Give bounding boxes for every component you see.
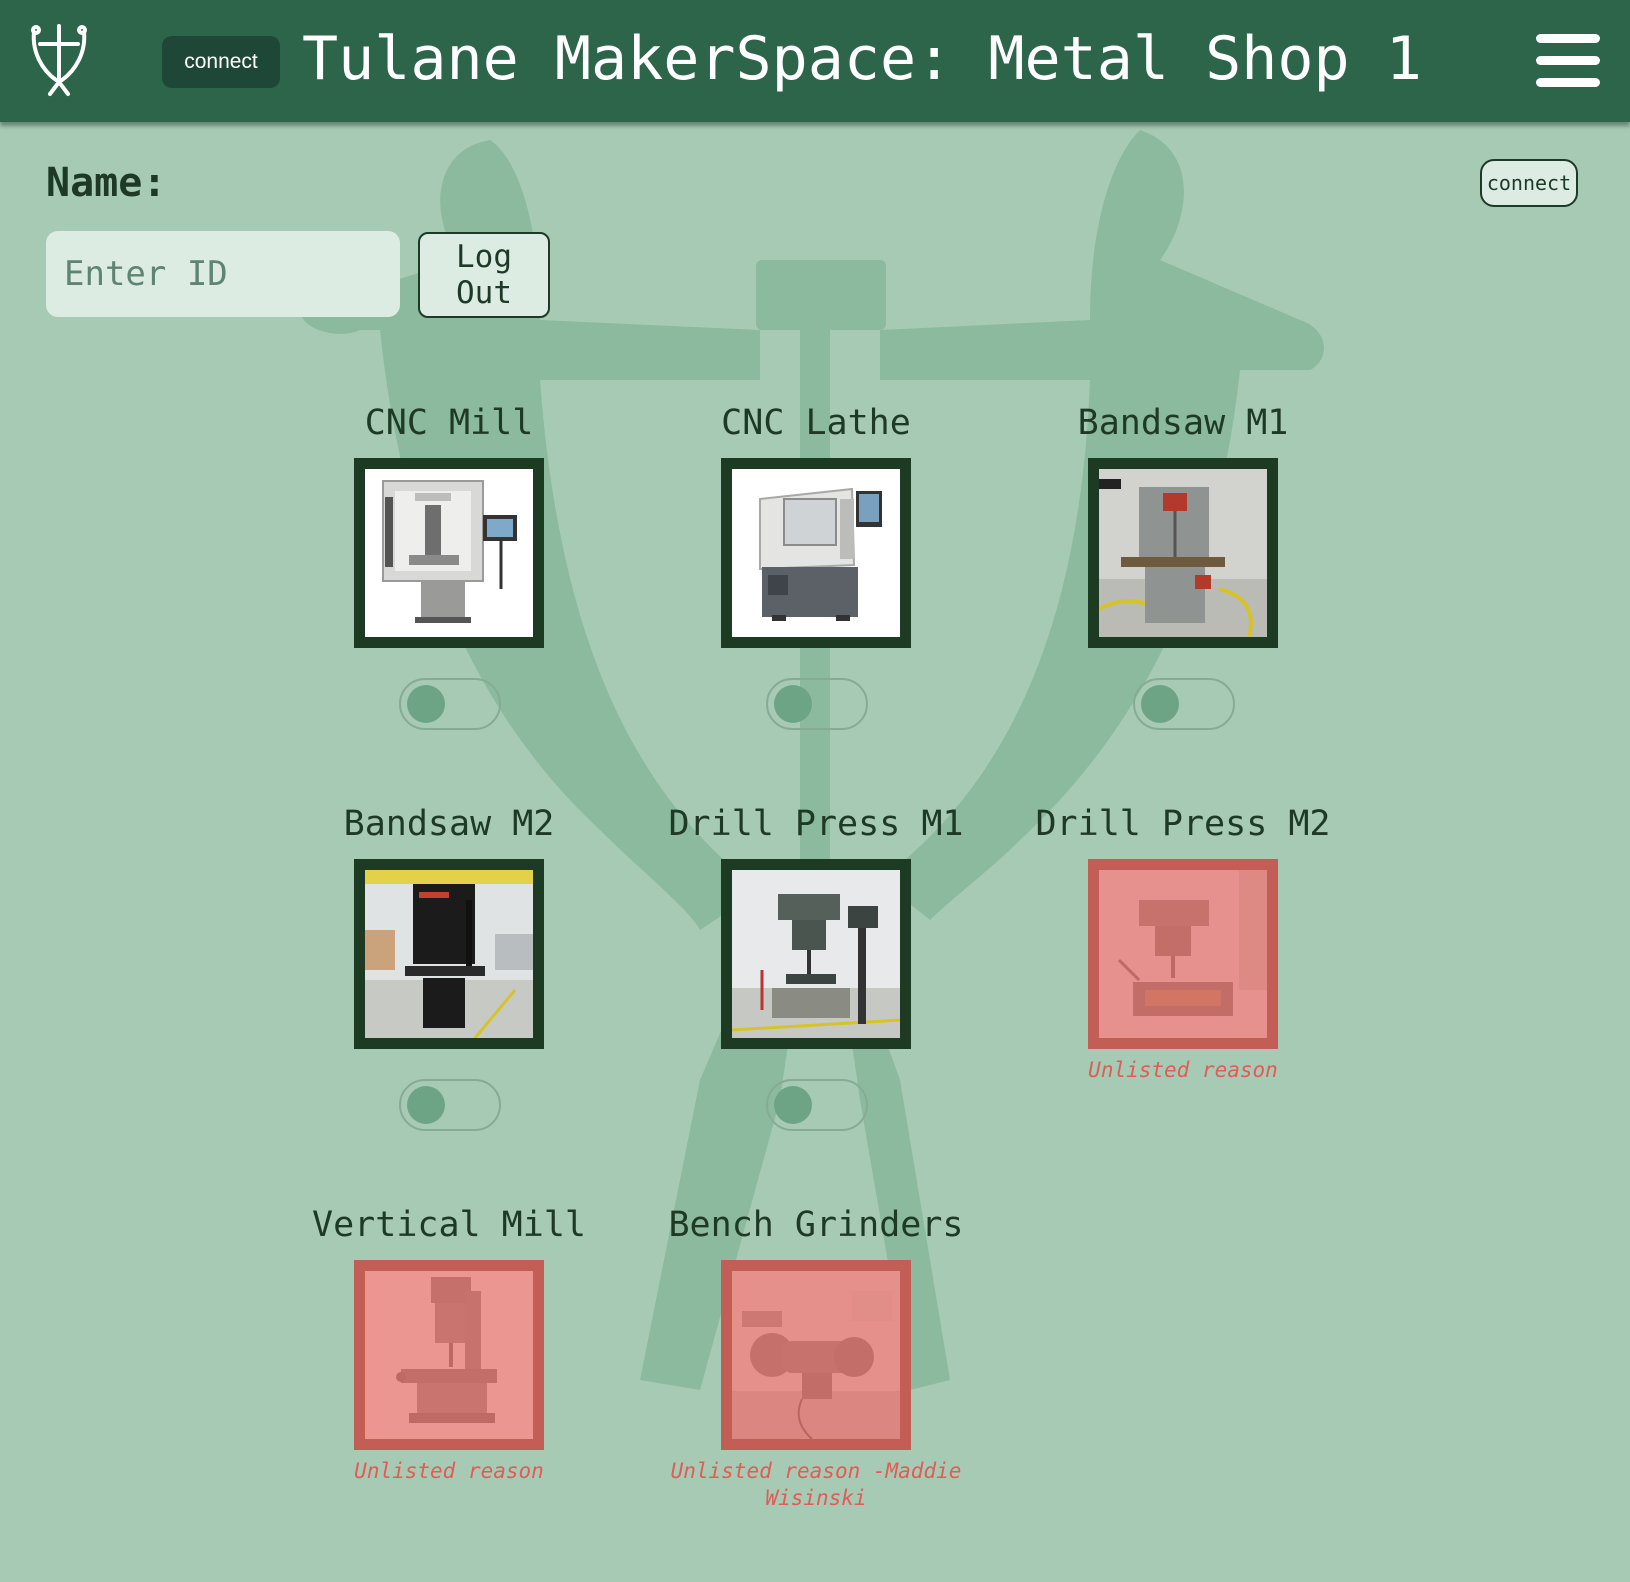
machine-card-drill-press-m1: Drill Press M1 xyxy=(656,801,976,1181)
bandsaw-icon xyxy=(365,870,533,1038)
usage-toggle[interactable] xyxy=(1133,678,1235,730)
out-of-service-overlay xyxy=(732,1271,900,1439)
machine-card-bench-grinders: Bench Grinders Unlisted reason -Maddie W… xyxy=(656,1202,976,1582)
toggle-knob xyxy=(774,1086,812,1124)
machine-image-frame[interactable] xyxy=(354,1260,544,1450)
cnc-mill-icon xyxy=(365,469,533,637)
hamburger-menu-icon[interactable] xyxy=(1536,34,1600,88)
machine-image-frame[interactable] xyxy=(1088,458,1278,648)
usage-toggle[interactable] xyxy=(766,1079,868,1131)
machine-image-frame[interactable] xyxy=(354,458,544,648)
cnc-lathe-icon xyxy=(732,469,900,637)
bandsaw-icon xyxy=(1099,469,1267,637)
machine-card-bandsaw-m1: Bandsaw M1 xyxy=(1023,400,1343,780)
machine-name: Bandsaw M2 xyxy=(343,804,555,844)
logout-button[interactable]: Log Out xyxy=(418,232,550,318)
name-label: Name: xyxy=(46,160,167,206)
toggle-knob xyxy=(407,1086,445,1124)
header-connect-button[interactable]: connect xyxy=(162,36,280,88)
machine-image-frame[interactable] xyxy=(354,859,544,1049)
machine-name: CNC Lathe xyxy=(721,403,911,443)
out-of-service-reason: Unlisted reason -Maddie Wisinski xyxy=(670,1459,962,1510)
tulane-logo-icon[interactable] xyxy=(28,22,90,98)
toggle-knob xyxy=(407,685,445,723)
out-of-service-reason: Unlisted reason xyxy=(354,1459,544,1483)
id-input[interactable] xyxy=(46,231,400,317)
drill-press-icon xyxy=(732,870,900,1038)
page-title: Tulane MakerSpace: Metal Shop 1 xyxy=(302,24,1422,94)
app-header: connect Tulane MakerSpace: Metal Shop 1 xyxy=(0,0,1630,122)
machine-name: CNC Mill xyxy=(364,403,534,443)
machine-name: Drill Press M2 xyxy=(1035,804,1331,844)
machine-card-vertical-mill: Vertical Mill Unlisted reason xyxy=(289,1202,609,1582)
out-of-service-overlay xyxy=(365,1271,533,1439)
machine-card-cnc-mill: CNC Mill xyxy=(289,400,609,780)
out-of-service-reason: Unlisted reason xyxy=(1088,1058,1278,1082)
machine-card-cnc-lathe: CNC Lathe xyxy=(656,400,976,780)
machine-name: Drill Press M1 xyxy=(668,804,964,844)
connect-button[interactable]: connect xyxy=(1480,159,1578,207)
usage-toggle[interactable] xyxy=(766,678,868,730)
machine-image-frame[interactable] xyxy=(721,1260,911,1450)
machine-card-bandsaw-m2: Bandsaw M2 xyxy=(289,801,609,1181)
usage-toggle[interactable] xyxy=(399,1079,501,1131)
toggle-knob xyxy=(1141,685,1179,723)
machine-name: Bench Grinders xyxy=(668,1205,964,1245)
machine-image-frame[interactable] xyxy=(721,859,911,1049)
toggle-knob xyxy=(774,685,812,723)
machine-name: Vertical Mill xyxy=(312,1205,586,1245)
usage-toggle[interactable] xyxy=(399,678,501,730)
machine-name: Bandsaw M1 xyxy=(1077,403,1289,443)
out-of-service-overlay xyxy=(1099,870,1267,1038)
machine-card-drill-press-m2: Drill Press M2 Unlisted reason xyxy=(1023,801,1343,1181)
machine-image-frame[interactable] xyxy=(1088,859,1278,1049)
machine-image-frame[interactable] xyxy=(721,458,911,648)
